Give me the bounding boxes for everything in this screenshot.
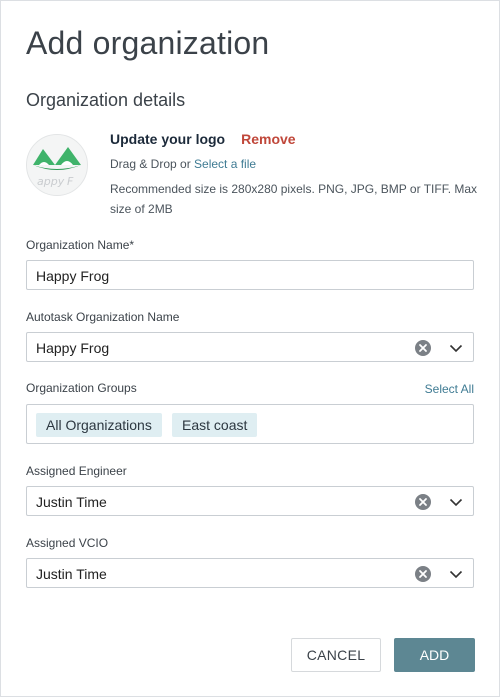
clear-icon[interactable] [415,566,431,582]
chevron-down-icon[interactable] [449,568,463,580]
group-tag[interactable]: East coast [172,413,258,437]
add-organization-dialog: Add organization Organization details ap… [0,0,500,697]
engineer-select[interactable]: Justin Time [26,486,474,516]
org-groups-label: Organization Groups [26,381,137,395]
select-file-link[interactable]: Select a file [194,157,256,171]
section-title: Organization details [26,90,186,110]
svg-text:appy: appy [37,175,65,188]
dialog-title: Add organization [26,25,270,61]
logo-recommendation: Recommended size is 280x280 pixels. PNG,… [110,182,478,216]
organization-logo[interactable]: appy F [26,134,88,196]
select-all-link[interactable]: Select All [425,382,474,396]
org-name-field[interactable]: Happy Frog [26,260,474,290]
autotask-name-value: Happy Frog [36,340,110,356]
add-button[interactable]: ADD [394,638,475,672]
remove-logo-link[interactable]: Remove [241,131,295,147]
vcio-select[interactable]: Justin Time [26,558,474,588]
vcio-label: Assigned VCIO [26,536,109,550]
org-groups-multiselect[interactable]: All Organizations East coast [26,404,474,444]
happy-frog-logo-icon: appy F [27,135,87,195]
org-name-value: Happy Frog [36,268,110,284]
group-tag[interactable]: All Organizations [36,413,162,437]
clear-icon[interactable] [415,340,431,356]
logo-info: Update your logo Remove Drag & Drop or S… [110,131,480,219]
engineer-value: Justin Time [36,494,107,510]
engineer-label: Assigned Engineer [26,464,127,478]
drag-drop-text: Drag & Drop or [110,157,195,171]
org-name-label: Organization Name* [26,238,135,252]
clear-icon[interactable] [415,494,431,510]
cancel-button[interactable]: CANCEL [291,638,381,672]
vcio-value: Justin Time [36,566,107,582]
chevron-down-icon[interactable] [449,342,463,354]
update-logo-heading: Update your logo [110,131,226,147]
chevron-down-icon[interactable] [449,496,463,508]
svg-text:F: F [67,175,74,188]
autotask-name-select[interactable]: Happy Frog [26,332,474,362]
autotask-name-label: Autotask Organization Name [26,310,180,324]
